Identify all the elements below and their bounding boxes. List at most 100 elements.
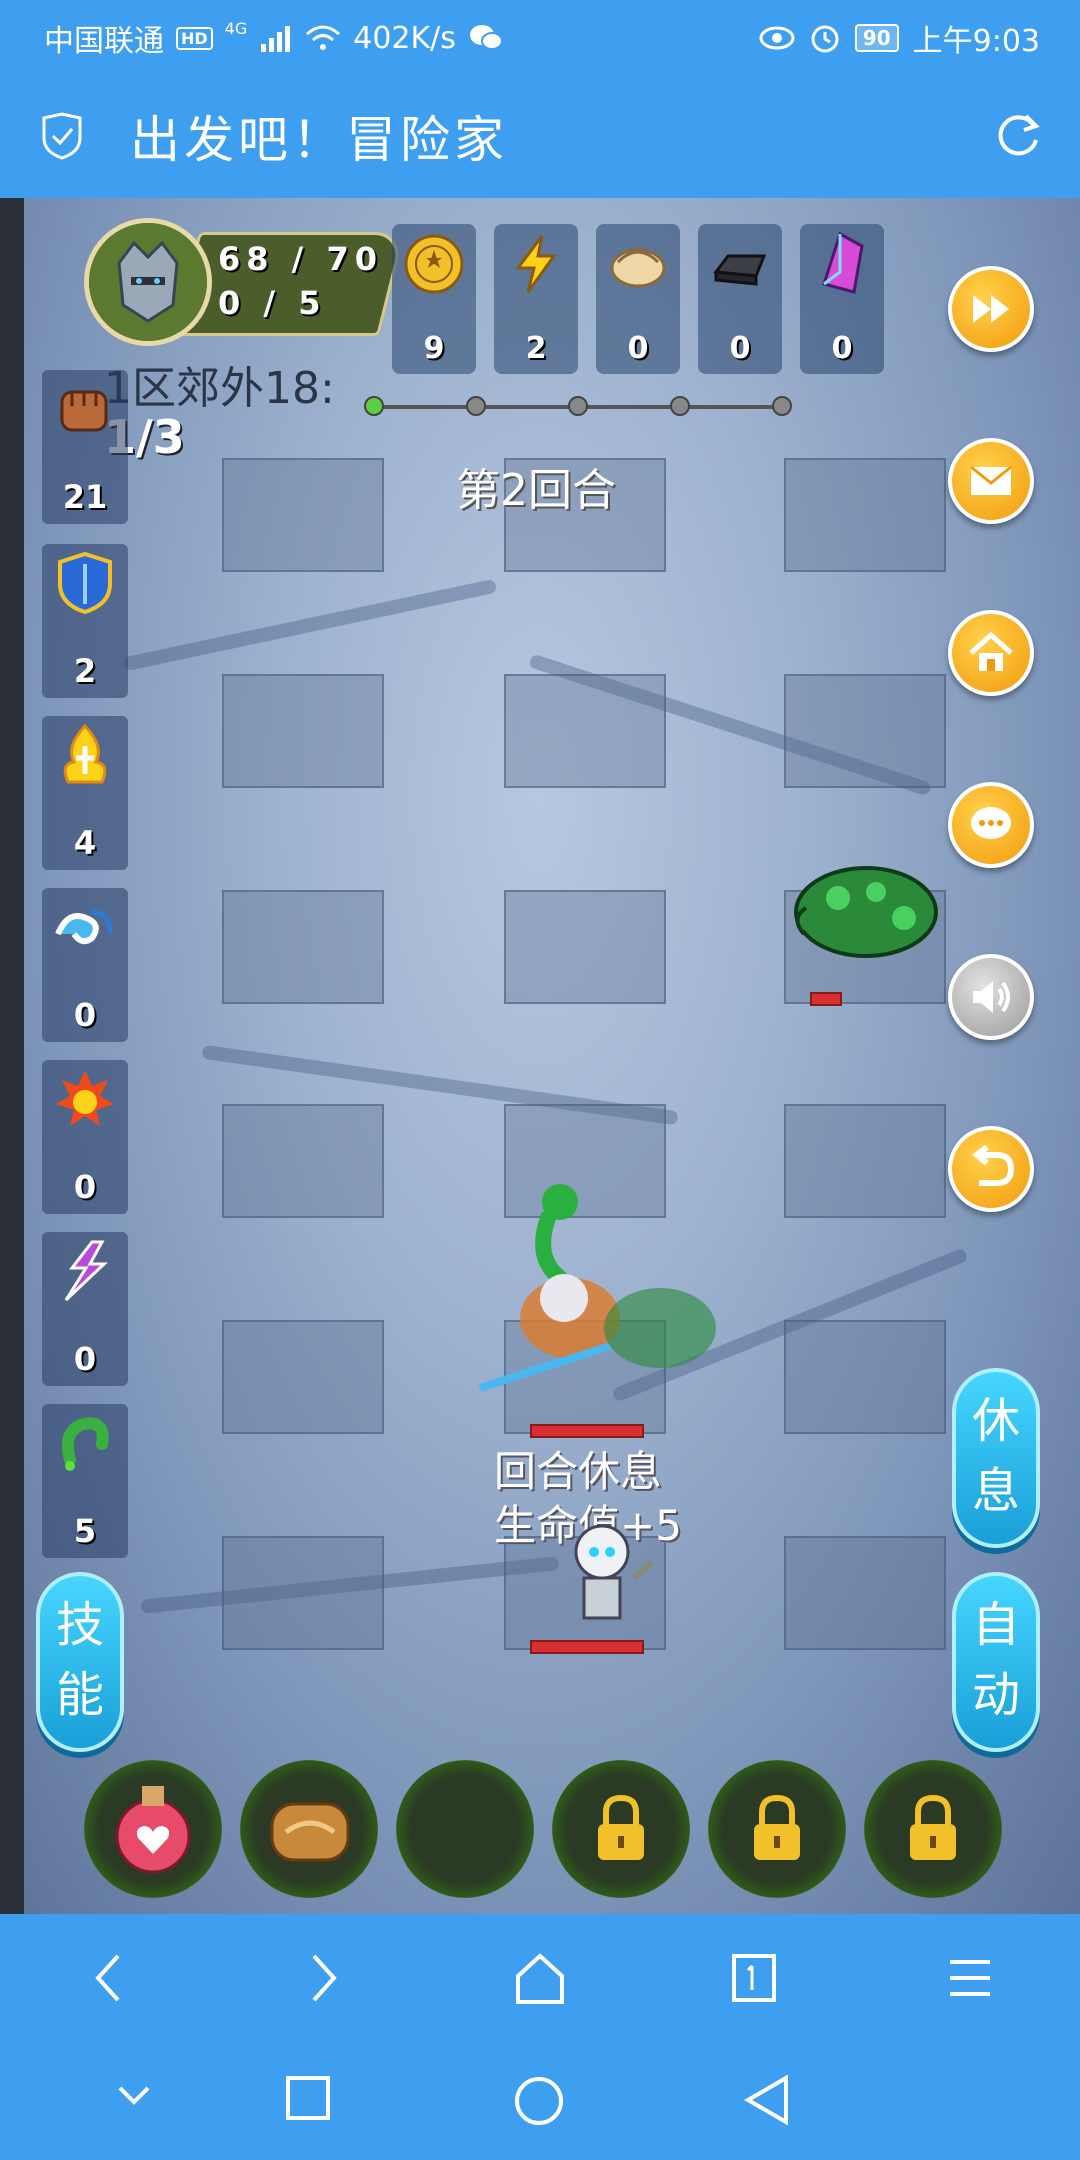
back-icon[interactable] [88, 1950, 128, 2006]
lightning-bolt-icon [64, 1240, 108, 1302]
collapse-icon[interactable] [114, 2074, 154, 2114]
return-arrow-icon [972, 1145, 1015, 1186]
stage-name: 1区郊外18: [104, 363, 335, 414]
forward-icon[interactable] [304, 1950, 344, 2006]
round-label: 第2回合 [456, 465, 616, 516]
wave-icon [55, 909, 113, 945]
back-triangle-icon[interactable] [742, 2074, 790, 2126]
fist-icon [60, 390, 108, 432]
resource-iron: 0 [698, 224, 782, 374]
home-circle-icon[interactable] [512, 2074, 566, 2128]
app-title-bar: 出发吧！冒险家 [0, 72, 1080, 198]
resource-value: 0 [831, 331, 853, 366]
resource-energy: 2 [494, 224, 578, 374]
net-speed: 402K/s [353, 20, 456, 56]
carrier-name: 中国联通 [44, 24, 164, 59]
skill-value: 0 [73, 996, 97, 1034]
battery-level: 90 [854, 24, 899, 52]
browser-toolbar [0, 1914, 1080, 2038]
skill-wave[interactable]: 0 [42, 888, 128, 1044]
armored-knight-icon [89, 223, 207, 341]
shield-check-icon[interactable] [40, 112, 84, 160]
resource-value: 0 [729, 331, 751, 366]
shield-icon [58, 551, 112, 615]
lock-icon [910, 1794, 956, 1860]
heart-potion-icon [115, 1786, 191, 1874]
left-edge [0, 198, 24, 1914]
mail-button[interactable] [948, 438, 1034, 524]
board-cell[interactable] [784, 1536, 946, 1650]
speaker-icon [973, 981, 1010, 1013]
board-cell[interactable] [784, 1104, 946, 1218]
skill-poison-worm[interactable]: 5 [42, 1404, 128, 1560]
progress-node [670, 396, 690, 416]
green-boar-enemy[interactable] [786, 848, 956, 968]
status-left: 中国联通 HD 4G 402K/s [44, 16, 504, 60]
skill-fist[interactable]: 21 [42, 370, 128, 526]
crystal-icon [822, 232, 864, 294]
wechat-icon [469, 25, 503, 50]
fast-forward-icon [973, 295, 1009, 323]
item-slot-empty[interactable] [396, 1760, 534, 1898]
resource-dumpling: 0 [596, 224, 680, 374]
menu-icon[interactable] [946, 1950, 994, 2006]
board-cell[interactable] [504, 890, 666, 1004]
status-bar: 中国联通 HD 4G 402K/s 90 上午9:03 [0, 0, 1080, 72]
poison-worm-icon [61, 1417, 109, 1471]
board-cell[interactable] [784, 674, 946, 788]
wifi-icon [306, 25, 341, 50]
player-mp: 0 / 5 [218, 284, 327, 322]
progress-node [466, 396, 486, 416]
item-slot-bread[interactable] [240, 1760, 378, 1898]
board-cell[interactable] [504, 674, 666, 788]
rest-button[interactable]: 休息 [952, 1368, 1040, 1548]
gold-coin-icon [404, 234, 464, 294]
skill-shield[interactable]: 2 [42, 544, 128, 700]
home-button[interactable] [948, 610, 1034, 696]
return-button[interactable] [948, 1126, 1034, 1212]
home-icon [969, 631, 1013, 671]
rest-message: 回合休息 [494, 1447, 663, 1496]
lightning-icon [515, 235, 557, 293]
skill-holy-fire[interactable]: 4 [42, 716, 128, 872]
skill-lightning-bolt[interactable]: 0 [42, 1232, 128, 1388]
home-nav-icon[interactable] [514, 1950, 566, 2006]
board-cell[interactable] [222, 1320, 384, 1434]
hero-battle-sprite[interactable] [460, 1178, 760, 1418]
chat-button[interactable] [948, 782, 1034, 868]
board-cell[interactable] [222, 890, 384, 1004]
board-cell[interactable] [222, 674, 384, 788]
skill-fireball[interactable]: 0 [42, 1060, 128, 1216]
skeleton-knight-sprite[interactable] [548, 1518, 668, 1638]
tabs-icon[interactable] [730, 1950, 778, 2006]
item-slot-locked[interactable] [708, 1760, 846, 1898]
enemy-hp-bar [810, 992, 842, 1006]
skill-value: 21 [62, 478, 108, 516]
board-cell[interactable] [222, 1536, 384, 1650]
eye-icon [759, 26, 795, 50]
fast-forward-button[interactable] [948, 266, 1034, 352]
board-cell[interactable] [222, 1104, 384, 1218]
refresh-icon[interactable] [994, 110, 1044, 160]
skill-value: 2 [73, 652, 97, 690]
recent-apps-icon[interactable] [284, 2074, 332, 2122]
skill-value: 0 [73, 1168, 97, 1206]
rest-button-label: 休息 [971, 1393, 1020, 1519]
item-slot-potion[interactable] [84, 1760, 222, 1898]
dumpling-icon [610, 248, 666, 288]
item-slot-locked[interactable] [864, 1760, 1002, 1898]
progress-node-current [364, 396, 384, 416]
player-avatar[interactable] [84, 218, 212, 346]
board-cell[interactable] [784, 458, 946, 572]
resource-crystal: 0 [800, 224, 884, 374]
game-area[interactable]: 68 / 70 0 / 5 9 2 0 0 0 1区郊外18: 1/3 第2回合… [0, 198, 1080, 1914]
item-slot-locked[interactable] [552, 1760, 690, 1898]
player-hp: 68 / 70 [218, 240, 384, 278]
auto-button[interactable]: 自动 [952, 1572, 1040, 1752]
board-cell[interactable] [222, 458, 384, 572]
ally-hp-bar [530, 1640, 644, 1654]
board-cell[interactable] [784, 1320, 946, 1434]
sound-button[interactable] [948, 954, 1034, 1040]
network-type: 4G [224, 18, 248, 38]
skill-menu-button[interactable]: 技能 [36, 1572, 124, 1752]
